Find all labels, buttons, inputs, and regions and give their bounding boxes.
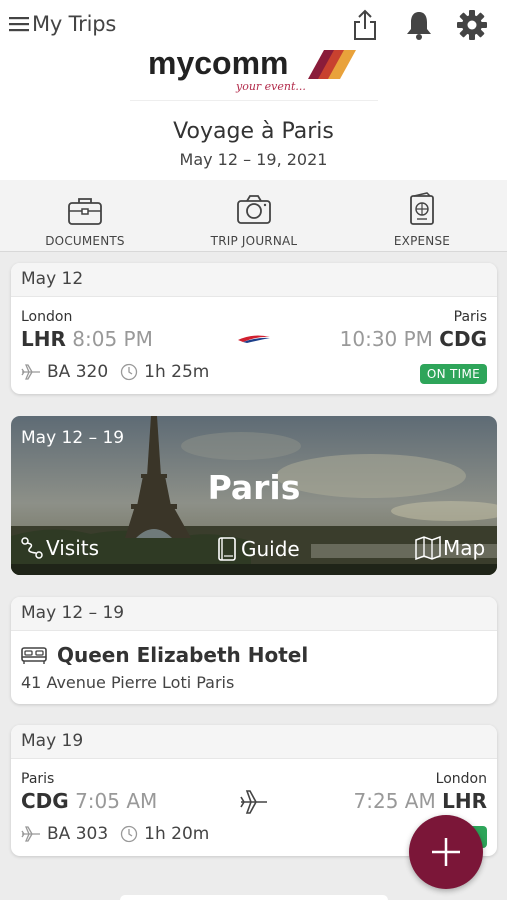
page-title: My Trips (32, 12, 117, 36)
departure-time: 7:05 AM (75, 789, 158, 813)
settings-button[interactable] (455, 8, 489, 42)
documents-label: DOCUMENTS (45, 234, 125, 248)
destination-city: Paris (207, 468, 301, 507)
map-label: Map (443, 536, 486, 560)
visits-label: Visits (46, 536, 100, 560)
destination-banner[interactable]: May 12 – 19 Paris Visits Guide Map (11, 416, 497, 575)
camera-icon (237, 195, 271, 224)
guide-button[interactable]: Guide (217, 536, 300, 562)
hotel-address: 41 Avenue Pierre Loti Paris (21, 673, 235, 692)
hotel-card[interactable]: May 12 – 19 Queen Elizabeth Hotel 41 Ave… (11, 597, 497, 704)
expense-label: EXPENSE (393, 234, 451, 248)
map-icon (415, 536, 441, 560)
expense-button[interactable]: EXPENSE (347, 188, 497, 248)
departure-city: London (21, 309, 73, 325)
clock-icon (121, 363, 138, 381)
briefcase-icon (68, 198, 102, 225)
route-icon (21, 537, 43, 559)
arrival-city: London (435, 771, 487, 787)
guide-label: Guide (241, 537, 300, 561)
departure-airport-code: LHR (21, 327, 66, 351)
hotel-name: Queen Elizabeth Hotel (57, 643, 309, 667)
arrival-time: 10:30 PM (339, 327, 433, 351)
trip-title: Voyage à Paris (173, 119, 334, 144)
bed-icon (21, 647, 47, 664)
status-badge: ON TIME (419, 364, 487, 384)
documents-button[interactable]: DOCUMENTS (10, 188, 160, 248)
flight-number: BA 320 (47, 362, 109, 382)
trip-dates: May 12 – 19, 2021 (179, 150, 328, 169)
airplane-icon (240, 790, 267, 814)
plus-icon (432, 838, 460, 866)
card-date: May 12 (11, 263, 497, 297)
share-icon (354, 9, 376, 40)
logo-wordmark: mycomm (148, 45, 289, 81)
book-icon (218, 537, 236, 561)
share-button[interactable] (348, 8, 382, 42)
departure-airport-code: CDG (21, 789, 69, 813)
logo-tagline: your event... (235, 80, 306, 93)
trip-toolbar: DOCUMENTS TRIP JOURNAL EXPENSE (0, 180, 507, 252)
arrival-city: Paris (453, 309, 487, 325)
departure-city: Paris (21, 771, 55, 787)
gear-icon (457, 10, 487, 40)
clock-icon (121, 825, 138, 843)
add-item-button[interactable] (409, 815, 483, 889)
bell-icon (407, 12, 431, 40)
plane-icon (21, 826, 40, 842)
arrival-time: 7:25 AM (353, 789, 436, 813)
menu-button[interactable]: My Trips (9, 12, 116, 36)
flight-number: BA 303 (47, 824, 109, 844)
trip-journal-label: TRIP JOURNAL (210, 234, 298, 248)
notifications-button[interactable] (402, 8, 436, 42)
passport-icon (410, 192, 434, 225)
departure-time: 8:05 PM (72, 327, 153, 351)
next-card-peek (120, 895, 388, 900)
british-airways-logo-icon (238, 335, 270, 343)
destination-dates: May 12 – 19 (21, 428, 125, 448)
flight-duration: 1h 20m (144, 824, 210, 844)
trip-journal-button[interactable]: TRIP JOURNAL (179, 188, 329, 248)
flight-duration: 1h 25m (144, 362, 210, 382)
card-date: May 12 – 19 (11, 597, 497, 631)
arrival-airport-code: CDG (439, 327, 487, 351)
map-button[interactable]: Map (415, 536, 485, 560)
visits-button[interactable]: Visits (20, 536, 99, 560)
hamburger-icon (9, 17, 29, 32)
card-date: May 19 (11, 725, 497, 759)
app-header: My Trips mycomm your event... Voyage à P… (0, 0, 507, 180)
flight-card-outbound[interactable]: May 12 London LHR 8:05 PM Paris 10:30 PM… (11, 263, 497, 394)
mycomm-logo: mycomm your event... (148, 44, 360, 96)
plane-icon (21, 364, 40, 380)
arrival-airport-code: LHR (442, 789, 487, 813)
divider (130, 100, 378, 101)
